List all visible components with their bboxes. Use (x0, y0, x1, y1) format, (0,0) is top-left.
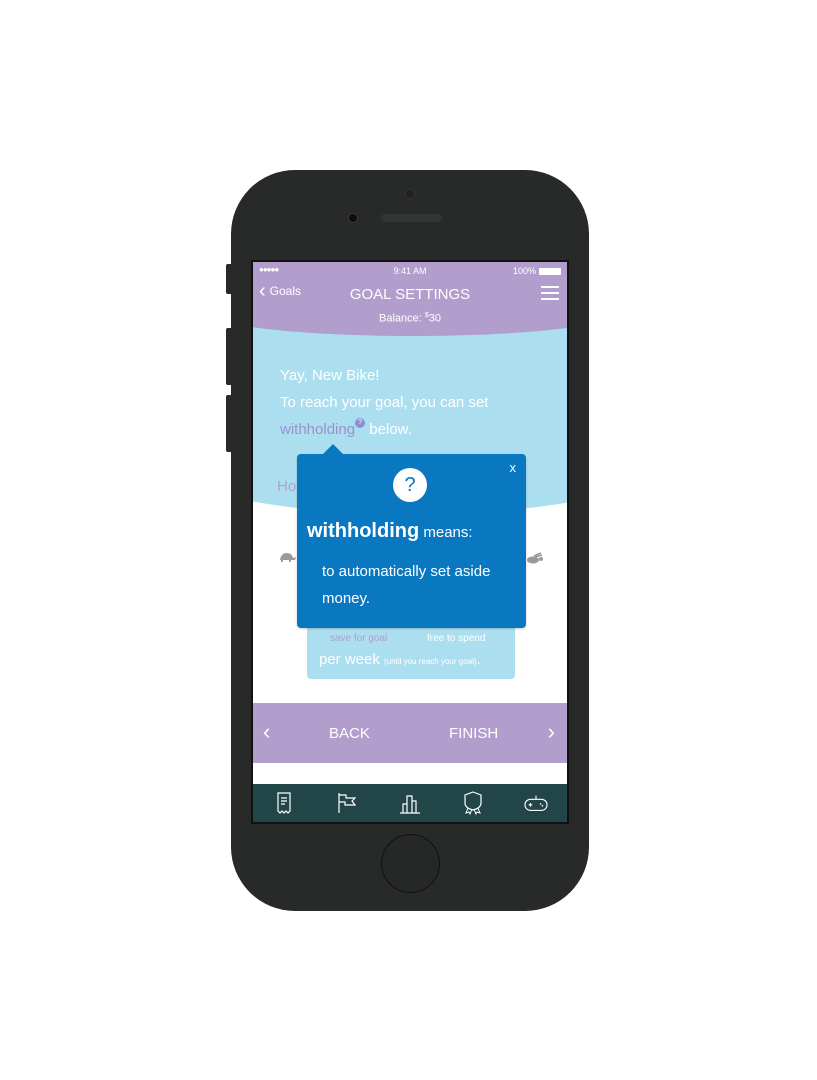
goal-heading: Yay, New Bike! (280, 367, 380, 384)
battery-indicator: 100% (513, 266, 561, 276)
volume-up-button (226, 328, 232, 385)
free-label: free to spend (427, 633, 486, 644)
earpiece-speaker (381, 214, 442, 222)
tab-bar (253, 784, 567, 822)
definition-popup: x ? withholding means: to automatically … (297, 444, 526, 628)
app-screen: ●●●●● 9:41 AM 100% ‹ Goals GOAL SETTINGS… (251, 260, 569, 824)
battery-percent: 100% (512, 266, 536, 276)
volume-down-button (226, 395, 232, 452)
tab-achievements[interactable] (461, 791, 485, 815)
balance-value: 30 (428, 312, 442, 325)
wizard-nav: ‹ BACK FINISH › (253, 703, 567, 763)
page-title: GOAL SETTINGS (349, 286, 471, 303)
tab-stats[interactable] (398, 791, 422, 815)
help-icon[interactable]: ? (355, 418, 366, 428)
intro-line: To reach your goal, you can set (280, 394, 489, 411)
period: . (476, 651, 481, 668)
turtle-icon (280, 553, 296, 562)
chart-icon (399, 795, 420, 814)
withholding-link[interactable]: withholding (280, 421, 355, 438)
finish-button[interactable]: FINISH (449, 725, 498, 742)
per-week: per week (319, 651, 380, 668)
term-word: withholding (307, 520, 420, 542)
front-camera (348, 213, 358, 223)
question-label: Ho (277, 478, 297, 495)
popup-pointer (323, 444, 343, 454)
popup-term: withholding means: (307, 520, 473, 543)
means-label: means: (419, 524, 473, 541)
balance: Balance: $30 (253, 312, 567, 325)
home-button[interactable] (381, 834, 440, 893)
battery-icon (539, 267, 561, 275)
intro-text: Yay, New Bike! To reach your goal, you c… (280, 362, 488, 443)
tab-games[interactable] (523, 791, 548, 815)
tab-goals[interactable] (335, 791, 359, 815)
tab-transactions[interactable] (272, 791, 296, 815)
balance-label: Balance: (378, 312, 425, 325)
popup-definition: to automatically set aside money. (322, 563, 491, 607)
save-label: save for goal (330, 633, 388, 644)
close-icon[interactable]: x (510, 460, 517, 475)
per-week-note: (until you reach your goal) (384, 657, 477, 666)
chevron-left-icon[interactable]: ‹ (263, 719, 270, 745)
rabbit-icon (527, 552, 543, 564)
intro-suffix: below. (365, 421, 412, 438)
withholding-summary-card: save for goal free to spend per week (un… (307, 619, 515, 679)
badge-icon (464, 791, 482, 815)
mute-switch (226, 264, 232, 294)
proximity-sensor (405, 189, 415, 199)
receipt-icon (277, 792, 291, 814)
back-button[interactable]: BACK (329, 725, 370, 742)
question-icon: ? (393, 468, 427, 502)
chevron-right-icon[interactable]: › (548, 719, 555, 745)
flag-icon (338, 793, 357, 813)
gamepad-icon (523, 795, 548, 811)
menu-icon[interactable] (541, 286, 559, 304)
per-week-text: per week (until you reach your goal). (319, 651, 481, 668)
